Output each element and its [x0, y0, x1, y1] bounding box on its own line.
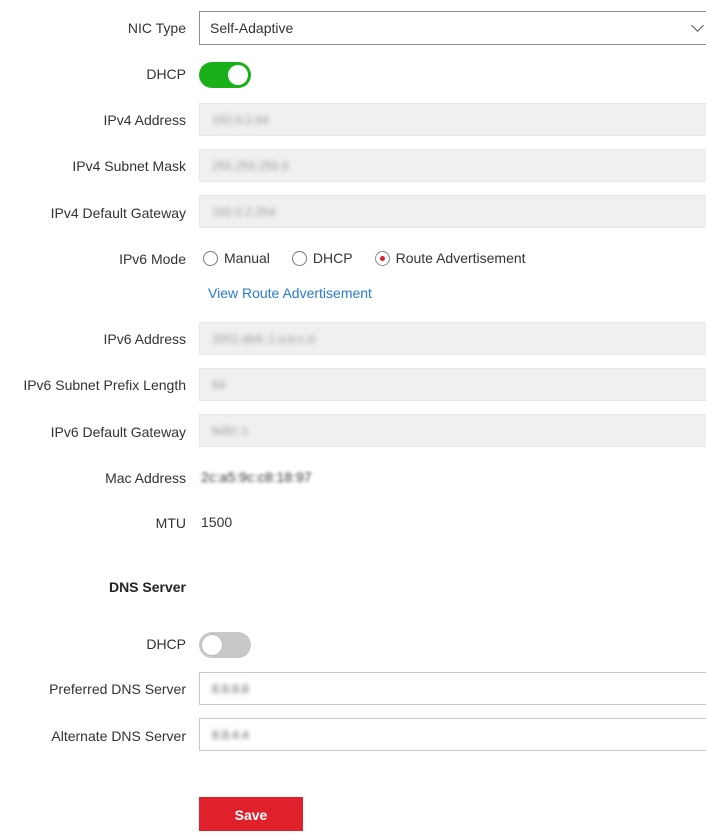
ipv6-mode-manual-label: Manual — [224, 250, 270, 266]
ipv6-prefix-length-label: IPv6 Subnet Prefix Length — [23, 377, 186, 393]
alternate-dns-label: Alternate DNS Server — [51, 728, 186, 744]
ipv6-default-gateway-value: fe80::1 — [212, 424, 249, 438]
ipv6-mode-radio-group: Manual DHCP Route Advertisement — [203, 250, 548, 266]
nic-type-label: NIC Type — [127, 20, 186, 36]
save-button[interactable]: Save — [199, 797, 303, 831]
alternate-dns-value: 8.8.4.4 — [212, 728, 249, 742]
ipv6-address-field[interactable]: 2001:db8::1:a:b:c:d — [199, 322, 706, 355]
toggle-knob — [202, 635, 222, 655]
ipv4-default-gateway-value: 192.0.2.254 — [212, 205, 276, 219]
view-route-advertisement-link[interactable]: View Route Advertisement — [208, 285, 372, 301]
ipv6-mode-route-advertisement-radio[interactable]: Route Advertisement — [374, 250, 526, 266]
radio-button-icon — [291, 250, 307, 266]
ipv4-default-gateway-label: IPv4 Default Gateway — [50, 205, 186, 221]
dns-dhcp-label: DHCP — [146, 636, 186, 652]
preferred-dns-label: Preferred DNS Server — [49, 681, 186, 697]
mac-address-value: 2c:a5:9c:c8:18:97 — [201, 469, 312, 485]
ipv6-address-label: IPv6 Address — [103, 331, 187, 347]
toggle-knob — [228, 65, 248, 85]
ipv6-mode-dhcp-radio[interactable]: DHCP — [291, 250, 353, 266]
nic-type-value: Self-Adaptive — [210, 20, 294, 36]
ipv6-mode-manual-radio[interactable]: Manual — [203, 250, 270, 266]
mac-address-label: Mac Address — [105, 470, 186, 486]
dns-dhcp-toggle[interactable] — [199, 632, 251, 658]
ipv6-default-gateway-label: IPv6 Default Gateway — [50, 424, 186, 440]
ipv6-prefix-length-value: 64 — [212, 378, 226, 392]
ipv4-address-field[interactable]: 192.0.2.64 — [199, 103, 706, 136]
ipv4-address-label: IPv4 Address — [103, 112, 187, 128]
radio-button-checked-icon — [374, 250, 390, 266]
ipv6-address-value: 2001:db8::1:a:b:c:d — [212, 332, 315, 346]
ipv6-default-gateway-field[interactable]: fe80::1 — [199, 414, 706, 447]
dns-server-section-title: DNS Server — [108, 579, 186, 595]
ipv4-subnet-mask-value: 255.255.255.0 — [212, 159, 289, 173]
radio-button-icon — [203, 250, 218, 266]
ipv6-prefix-length-field[interactable]: 64 — [199, 368, 706, 401]
ipv4-subnet-mask-field[interactable]: 255.255.255.0 — [199, 149, 706, 182]
ipv6-mode-label: IPv6 Mode — [119, 251, 186, 267]
dhcp-toggle[interactable] — [199, 62, 251, 88]
ipv6-mode-dhcp-label: DHCP — [312, 250, 353, 266]
alternate-dns-field[interactable]: 8.8.4.4 — [199, 718, 706, 751]
mtu-value: 1500 — [201, 514, 233, 530]
ipv4-address-value: 192.0.2.64 — [212, 113, 269, 127]
chevron-down-icon — [691, 19, 704, 32]
ipv4-subnet-mask-label: IPv4 Subnet Mask — [72, 158, 186, 174]
preferred-dns-field[interactable]: 8.8.8.8 — [199, 672, 706, 705]
preferred-dns-value: 8.8.8.8 — [212, 682, 249, 696]
mtu-label: MTU — [155, 515, 186, 531]
ipv6-mode-route-advertisement-label: Route Advertisement — [395, 250, 526, 266]
dhcp-label: DHCP — [146, 66, 186, 82]
ipv4-default-gateway-field[interactable]: 192.0.2.254 — [199, 195, 706, 228]
nic-type-select[interactable]: Self-Adaptive — [199, 11, 706, 45]
